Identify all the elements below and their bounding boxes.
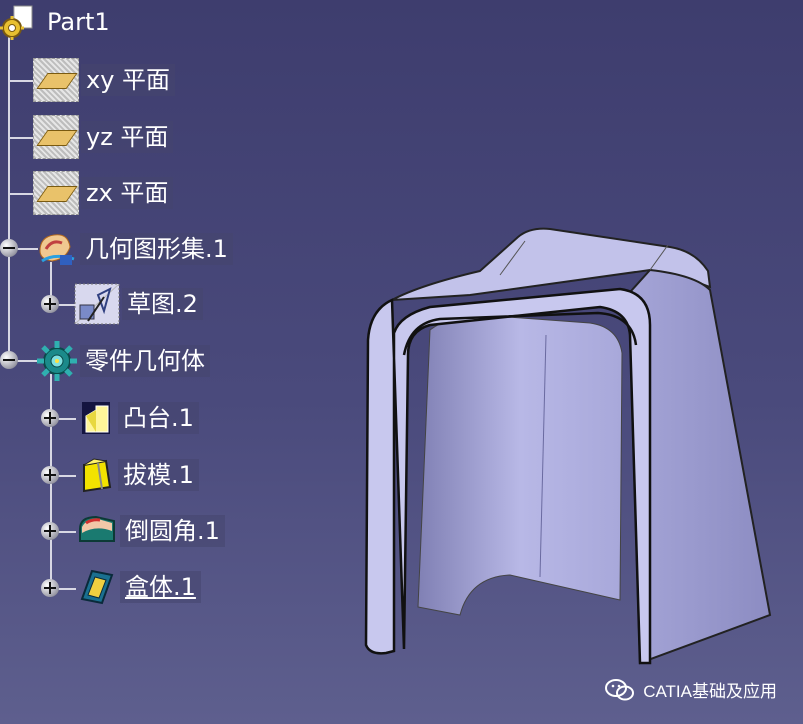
connector: [8, 137, 34, 139]
expand-toggle[interactable]: [41, 295, 59, 313]
pad-icon: [82, 402, 110, 434]
tree-item-label[interactable]: yz 平面: [81, 121, 174, 153]
tree-item-part-body[interactable]: 零件几何体: [36, 340, 210, 382]
tree-item-label[interactable]: 几何图形集.1: [80, 233, 233, 265]
sketch-icon: [74, 283, 120, 325]
part-body-gear-icon: [37, 341, 77, 381]
tree-item-label[interactable]: 倒圆角.1: [120, 515, 225, 547]
tree-item-label[interactable]: 拔模.1: [118, 459, 199, 491]
part-gear-icon: [0, 5, 33, 40]
tree-item-yz-plane[interactable]: yz 平面: [33, 115, 174, 159]
tree-item-draft[interactable]: 拔模.1: [76, 455, 199, 495]
plane-icon: [33, 171, 79, 215]
expand-toggle[interactable]: [41, 522, 59, 540]
tree-item-label[interactable]: zx 平面: [81, 177, 174, 209]
tree-item-sketch[interactable]: 草图.2: [74, 283, 203, 325]
geometrical-set-icon: [39, 234, 75, 265]
tree-root-part1[interactable]: Part1: [0, 4, 115, 40]
tree-item-label[interactable]: 零件几何体: [80, 345, 210, 377]
collapse-toggle[interactable]: [0, 239, 18, 257]
connector: [8, 193, 34, 195]
draft-icon: [83, 458, 112, 493]
tree-item-fillet[interactable]: 倒圆角.1: [76, 511, 225, 551]
tree-item-label[interactable]: xy 平面: [81, 64, 176, 96]
expand-toggle[interactable]: [41, 579, 59, 597]
fillet-icon: [79, 515, 115, 542]
expand-toggle[interactable]: [41, 466, 59, 484]
tree-item-geometrical-set[interactable]: 几何图形集.1: [36, 229, 233, 269]
tree-item-label[interactable]: 凸台.1: [118, 402, 199, 434]
tree-item-zx-plane[interactable]: zx 平面: [33, 171, 174, 215]
plane-icon: [33, 58, 79, 102]
expand-toggle[interactable]: [41, 409, 59, 427]
tree-item-label[interactable]: 盒体.1: [120, 571, 201, 603]
watermark-text: CATIA基础及应用: [643, 682, 777, 701]
collapse-toggle[interactable]: [0, 351, 18, 369]
3d-model-shell[interactable]: [350, 215, 790, 665]
tree-item-label[interactable]: 草图.2: [122, 288, 203, 320]
plane-icon: [33, 115, 79, 159]
tree-trunk-line: [8, 28, 10, 364]
watermark: CATIA基础及应用: [605, 677, 777, 702]
wechat-icon: [605, 678, 635, 700]
tree-item-shell[interactable]: 盒体.1: [76, 567, 201, 607]
shell-icon: [80, 569, 114, 605]
connector: [8, 80, 34, 82]
tree-item-xy-plane[interactable]: xy 平面: [33, 58, 176, 102]
tree-item-pad[interactable]: 凸台.1: [76, 398, 199, 438]
tree-root-label[interactable]: Part1: [42, 6, 115, 38]
